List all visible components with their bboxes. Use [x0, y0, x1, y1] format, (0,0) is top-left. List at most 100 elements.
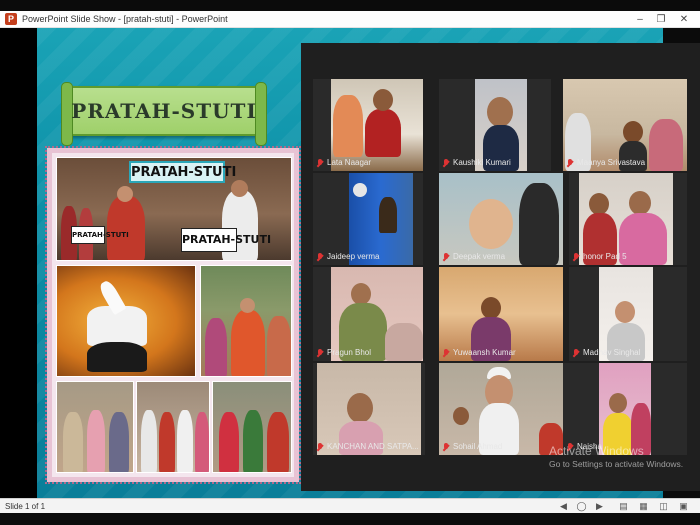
person-figure	[219, 412, 239, 472]
sofa	[385, 323, 423, 361]
person-figure	[141, 410, 157, 472]
person-figure	[267, 412, 289, 472]
person-head	[623, 121, 643, 143]
close-button[interactable]: ✕	[677, 13, 691, 26]
slideshow-view-icon[interactable]: ▣	[678, 501, 689, 512]
mic-muted-icon	[317, 159, 323, 168]
top-strip	[0, 0, 700, 11]
participant-video	[599, 363, 651, 455]
person-figure	[205, 318, 227, 376]
stage-banner-sign: PRATAH-STUTI	[129, 161, 236, 183]
watermark-title: Activate Windows	[549, 444, 644, 458]
group-photo	[212, 381, 292, 473]
person-figure	[231, 310, 265, 376]
podium-sign-small: PRATAH-STUTI	[71, 226, 129, 244]
participant-name: Maanya Srivastava	[577, 158, 646, 167]
person-head	[589, 193, 609, 215]
participant-name: Deepak verma	[453, 252, 506, 261]
photo-collage: PRATAH-STUTI PRATAH-STUTI PRATAH-STUTI	[45, 146, 301, 484]
person-figure	[267, 316, 291, 376]
person-head	[353, 183, 367, 197]
person-head	[117, 186, 133, 202]
person-head	[347, 393, 373, 423]
maximize-button[interactable]: ❐	[654, 13, 668, 26]
watermark-subtitle: Go to Settings to activate Windows.	[549, 459, 684, 469]
participant-tile[interactable]: Jaideep verma	[313, 173, 423, 265]
group-photo	[56, 381, 134, 473]
podium-sign-large: PRATAH-STUTI	[181, 228, 271, 252]
participant-tile[interactable]: honor Pad 5	[569, 173, 687, 265]
person-figure	[649, 119, 683, 171]
normal-view-icon[interactable]: ▤	[618, 501, 629, 512]
participant-tile[interactable]: KANCHAN AND SATPA...	[313, 363, 425, 455]
person-head	[609, 393, 627, 413]
powerpoint-window: P PowerPoint Slide Show - [pratah-stuti]…	[0, 0, 700, 525]
participant-name: Sohail Ahmad	[453, 442, 503, 451]
person-figure	[243, 410, 263, 472]
slide-menu-icon[interactable]: ◯	[576, 501, 587, 512]
slide-title-banner: PRATAH-STUTI	[61, 82, 267, 146]
mic-muted-icon	[317, 443, 323, 452]
slide-counter: Slide 1 of 1	[5, 502, 46, 511]
participant-tile[interactable]: Deepak verma	[439, 173, 563, 265]
participant-tile[interactable]: Kaushiki Kumari	[439, 79, 551, 171]
person-figure	[195, 412, 209, 472]
person-figure	[519, 183, 559, 265]
person-figure	[177, 410, 193, 472]
person-head	[481, 297, 501, 319]
person-head	[615, 301, 635, 323]
slide-sorter-icon[interactable]: ▦	[638, 501, 649, 512]
person-figure	[159, 412, 175, 472]
status-bar: Slide 1 of 1 ◀ ◯ ▶ ▤ ▦ ◫ ▣	[0, 498, 700, 513]
mic-muted-icon	[443, 443, 449, 452]
mic-muted-icon	[443, 159, 449, 168]
person-head	[373, 89, 393, 111]
participant-name: Kaushiki Kumari	[453, 158, 511, 167]
next-slide-icon[interactable]: ▶	[594, 501, 605, 512]
poster	[379, 197, 397, 233]
mic-muted-icon	[443, 349, 449, 358]
participant-name: KANCHAN AND SATPA...	[327, 442, 419, 451]
group-photo	[136, 381, 210, 473]
powerpoint-icon: P	[5, 13, 17, 25]
mic-muted-icon	[443, 253, 449, 262]
dance-performance-photo	[56, 265, 196, 377]
participant-name: Lata Naagar	[327, 158, 372, 167]
teachers-photo	[200, 265, 292, 377]
participant-tile[interactable]: Naisha	[563, 363, 687, 455]
mic-muted-icon	[573, 253, 579, 262]
person-head	[469, 199, 513, 249]
person-figure	[109, 412, 129, 472]
mic-muted-icon	[317, 253, 323, 262]
slide-letterbox-left	[0, 28, 37, 498]
person-head	[351, 283, 371, 305]
reading-view-icon[interactable]: ◫	[658, 501, 669, 512]
person-figure	[107, 196, 145, 260]
dancer-group	[87, 342, 147, 372]
participant-tile[interactable]: Sohail Ahmad	[439, 363, 563, 455]
participant-tile[interactable]: Yuwaansh Kumar	[439, 267, 563, 361]
bottom-strip	[0, 513, 700, 525]
mic-muted-icon	[317, 349, 323, 358]
participant-tile[interactable]: Madhav Singhal	[569, 267, 687, 361]
person-figure	[333, 95, 363, 157]
mic-muted-icon	[573, 349, 579, 358]
person-figure	[365, 109, 401, 157]
participant-video	[599, 267, 653, 361]
minimize-button[interactable]: –	[633, 13, 647, 26]
mic-muted-icon	[567, 159, 573, 168]
previous-slide-icon[interactable]: ◀	[558, 501, 569, 512]
participant-name: Jaideep verma	[327, 252, 380, 261]
person-figure	[63, 412, 83, 472]
activate-windows-watermark: Activate Windows Go to Settings to activ…	[549, 444, 683, 470]
participant-name: Pragun Bhol	[327, 348, 372, 357]
participant-tile[interactable]: Lata Naagar	[313, 79, 423, 171]
participant-tile[interactable]: Maanya Srivastava	[563, 79, 687, 171]
person-head	[231, 180, 248, 197]
person-head	[240, 298, 255, 313]
stage-photo: PRATAH-STUTI PRATAH-STUTI PRATAH-STUTI	[56, 157, 292, 261]
participant-name: Yuwaansh Kumar	[453, 348, 516, 357]
person-head	[629, 191, 651, 215]
participant-tile[interactable]: Pragun Bhol	[313, 267, 423, 361]
window-title: PowerPoint Slide Show - [pratah-stuti] -…	[22, 14, 228, 24]
